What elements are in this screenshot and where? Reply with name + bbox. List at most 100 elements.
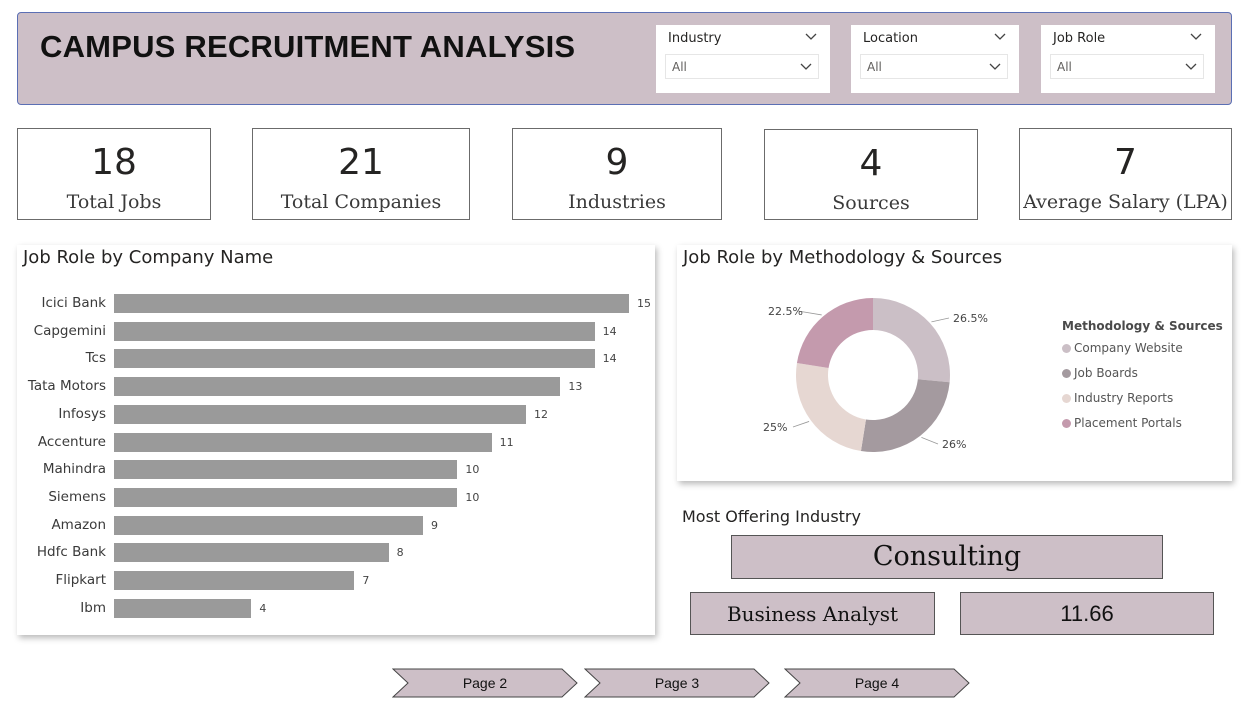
bar[interactable] [114,543,389,563]
donut-slice[interactable] [873,298,950,383]
job-role-card-value: Business Analyst [726,602,899,626]
legend-item[interactable]: Company Website [1062,341,1183,355]
kpi-value: 7 [1114,142,1137,183]
bar-value-label: 9 [431,518,438,532]
most-offering-industry-label: Most Offering Industry [682,507,861,526]
bar-category-label: Siemens [48,488,106,505]
kpi-total-jobs: 18 Total Jobs [17,128,211,220]
donut-slice[interactable] [796,298,873,368]
bar-category-label: Capgemini [33,322,106,339]
kpi-label: Total Jobs [66,191,162,213]
donut-slice[interactable] [796,362,866,452]
location-dropdown-value: All [867,60,882,74]
legend-dot-icon [1062,369,1071,378]
legend-title: Methodology & Sources [1062,319,1223,333]
bar[interactable] [114,377,561,397]
bar-category-label: Mahindra [42,461,106,478]
legend-label: Industry Reports [1074,391,1174,405]
chevron-down-icon[interactable] [800,63,812,71]
bar-value-label: 7 [362,574,370,587]
industry-slicer-label: Industry [668,31,722,46]
kpi-label: Industries [568,191,666,213]
bar-category-label: Tcs [85,350,106,367]
bar-value-label: 8 [396,546,404,560]
kpi-value: 21 [338,142,384,183]
bar-category-label: Accenture [37,433,106,450]
page-4-button[interactable]: Page 4 [784,668,970,698]
kpi-value: 4 [859,143,883,184]
chevron-down-icon[interactable] [1185,63,1197,71]
bar[interactable] [114,460,458,480]
bar-category-label: Tata Motors [27,378,106,395]
bar[interactable] [114,487,458,507]
chevron-down-icon[interactable] [994,33,1006,41]
bar-value-label: 12 [534,407,548,421]
bar-category-label: Hdfc Bank [36,544,106,561]
bar-value-label: 10 [465,463,480,477]
industry-dropdown[interactable]: All [665,54,819,79]
bar-chart-panel: Job Role by Company Name Icici Bank 15 Cap… [17,245,655,635]
page-4-button-label: Page 4 [854,675,900,691]
job-role-dropdown-value: All [1057,60,1072,74]
kpi-average-salary: 7 Average Salary (LPA) [1019,128,1232,220]
kpi-sources: 4 Sources [764,129,978,220]
legend-dot-icon [1062,394,1071,403]
legend-item[interactable]: Placement Portals [1062,416,1182,430]
bar-category-label: Icici Bank [41,295,106,311]
salary-card-value: 11.66 [1060,601,1114,626]
donut-chart: 26.5% 26% 25% 22.5% [763,298,988,452]
kpi-industries: 9 Industries [512,128,722,220]
bar-value-label: 14 [602,324,617,338]
industry-dropdown-value: All [672,60,687,74]
page-3-button[interactable]: Page 3 [584,668,770,698]
leader-line [921,437,939,445]
legend-dot-icon [1062,419,1071,428]
legend-label: Company Website [1074,341,1183,355]
bar[interactable] [114,349,595,369]
donut-percent-label: 26% [942,438,966,451]
donut-percent-label: 22.5% [768,305,803,318]
dashboard-title: CAMPUS RECRUITMENT ANALYSIS [40,29,576,64]
industry-slicer[interactable]: Industry All [656,25,830,93]
bar[interactable] [114,321,595,341]
bar-value-label: 11 [499,435,514,449]
legend-item[interactable]: Industry Reports [1062,391,1173,405]
donut-percent-label: 25% [763,421,787,434]
donut-slice[interactable] [860,379,950,452]
job-role-card: Business Analyst [690,592,935,635]
bar[interactable] [114,571,355,590]
bar-value-label: 10 [465,490,480,504]
chevron-down-icon[interactable] [1190,33,1202,41]
bar[interactable] [114,432,492,452]
kpi-label: Average Salary (LPA) [1023,191,1228,213]
bar-value-label: 15 [637,297,651,310]
bar-category-label: Infosys [58,405,106,422]
donut-percent-label: 26.5% [953,312,988,325]
bar[interactable] [114,294,629,313]
leader-line [931,317,950,323]
legend-item[interactable]: Job Boards [1062,366,1138,380]
location-slicer-label: Location [863,31,918,46]
chevron-down-icon[interactable] [989,63,1001,71]
bar[interactable] [114,515,423,535]
page-3-button-label: Page 3 [654,675,700,691]
job-role-slicer[interactable]: Job Role All [1041,25,1215,93]
location-dropdown[interactable]: All [860,54,1008,79]
kpi-label: Sources [832,192,910,214]
leader-line [792,421,810,428]
salary-card: 11.66 [960,592,1214,635]
bar[interactable] [114,598,252,618]
job-role-slicer-label: Job Role [1053,31,1106,46]
bar[interactable] [114,404,526,424]
location-slicer[interactable]: Location All [851,25,1019,93]
chevron-down-icon[interactable] [805,33,817,41]
bar-category-label: Amazon [51,516,106,533]
page-2-button-label: Page 2 [462,675,508,691]
bar-value-label: 14 [602,352,617,366]
page-2-button[interactable]: Page 2 [392,668,578,698]
job-role-dropdown[interactable]: All [1050,54,1204,79]
kpi-value: 9 [605,142,629,183]
header-banner: CAMPUS RECRUITMENT ANALYSIS Industry All… [17,12,1232,105]
kpi-label: Total Companies [280,191,442,213]
bar-value-label: 13 [568,380,583,394]
